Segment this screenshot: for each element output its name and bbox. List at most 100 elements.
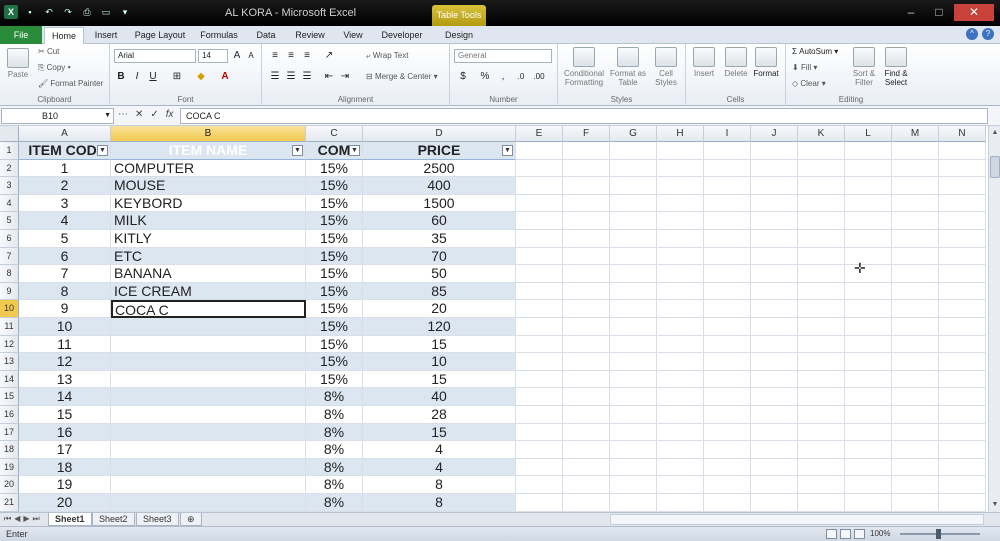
cell-h18[interactable] <box>657 441 704 459</box>
cell-g12[interactable] <box>610 335 657 354</box>
cell-c3[interactable]: 15% <box>306 177 363 195</box>
cell-n7[interactable] <box>939 247 986 266</box>
cell-b7[interactable]: ETC <box>111 247 306 266</box>
expand-icon[interactable]: ⋯ <box>118 109 128 120</box>
cell-f10[interactable] <box>563 300 610 318</box>
cell-f19[interactable] <box>563 458 610 477</box>
cell-e15[interactable] <box>516 388 563 406</box>
cell-j1[interactable] <box>751 142 798 160</box>
cell-f16[interactable] <box>563 406 610 424</box>
cell-j17[interactable] <box>751 423 798 442</box>
print-icon[interactable]: ⎙ <box>80 5 94 19</box>
cell-e1[interactable] <box>516 142 563 160</box>
cell-i4[interactable] <box>704 194 751 213</box>
cell-k18[interactable] <box>798 441 845 459</box>
decrease-indent-icon[interactable]: ⇤ <box>322 70 336 83</box>
cell-m9[interactable] <box>892 282 939 301</box>
row-header-5[interactable]: 5 <box>0 212 19 230</box>
document-icon[interactable]: ▭ <box>99 5 113 19</box>
cell-b5[interactable]: MILK <box>111 212 306 230</box>
cell-c20[interactable]: 8% <box>306 476 363 494</box>
align-bottom-icon[interactable]: ≡ <box>300 49 314 62</box>
cell-f21[interactable] <box>563 494 610 512</box>
cell-m21[interactable] <box>892 494 939 512</box>
percent-icon[interactable]: % <box>478 70 492 83</box>
cell-n21[interactable] <box>939 494 986 512</box>
cell-f6[interactable] <box>563 230 610 248</box>
minimize-ribbon-icon[interactable]: ^ <box>966 28 978 40</box>
cell-f7[interactable] <box>563 247 610 266</box>
cell-j18[interactable] <box>751 441 798 459</box>
row-header-14[interactable]: 14 <box>0 370 19 389</box>
tab-developer[interactable]: Developer <box>376 27 428 44</box>
cell-f11[interactable] <box>563 318 610 336</box>
cell-g13[interactable] <box>610 353 657 371</box>
cell-a1[interactable]: ITEM CODI ▼ <box>19 142 111 160</box>
cell-m8[interactable] <box>892 265 939 283</box>
cell-g9[interactable] <box>610 282 657 301</box>
cell-i2[interactable] <box>704 159 751 178</box>
worksheet-grid[interactable]: A B C D E F G H I J K L M N 1 ITEM CODI ▼ ITEM NAME ▼ COM ▼ P… <box>0 126 988 512</box>
cell-c1[interactable]: COM ▼ <box>306 142 363 160</box>
cell-d3[interactable]: 400 <box>363 177 516 195</box>
cell-g3[interactable] <box>610 177 657 195</box>
cell-c10[interactable]: 15% <box>306 300 363 318</box>
column-header-n[interactable]: N <box>939 126 986 142</box>
conditional-formatting-button[interactable]: Conditional Formatting <box>564 47 604 87</box>
cell-d4[interactable]: 1500 <box>363 194 516 213</box>
row-header-1[interactable]: 1 <box>0 142 19 160</box>
normal-view-icon[interactable] <box>826 529 837 539</box>
cell-e18[interactable] <box>516 441 563 459</box>
cell-g15[interactable] <box>610 388 657 406</box>
cell-d16[interactable]: 28 <box>363 406 516 424</box>
row-header-9[interactable]: 9 <box>0 282 19 301</box>
cell-n16[interactable] <box>939 406 986 424</box>
filter-dropdown-icon[interactable]: ▼ <box>502 145 513 156</box>
format-as-table-button[interactable]: Format as Table <box>610 47 646 87</box>
cell-d2[interactable]: 2500 <box>363 159 516 178</box>
cell-m7[interactable] <box>892 247 939 266</box>
insert-cells-button[interactable]: Insert <box>690 47 718 78</box>
cell-f13[interactable] <box>563 353 610 371</box>
cell-e17[interactable] <box>516 423 563 442</box>
first-sheet-icon[interactable]: ⏮ <box>4 514 11 524</box>
format-cells-button[interactable]: Format <box>752 47 780 78</box>
cell-k21[interactable] <box>798 494 845 512</box>
cell-e11[interactable] <box>516 318 563 336</box>
row-header-16[interactable]: 16 <box>0 406 19 424</box>
cell-d11[interactable]: 120 <box>363 318 516 336</box>
cell-c12[interactable]: 15% <box>306 335 363 354</box>
column-header-j[interactable]: J <box>751 126 798 142</box>
cell-m20[interactable] <box>892 476 939 494</box>
sheet-tab-sheet2[interactable]: Sheet2 <box>92 513 135 526</box>
cell-m16[interactable] <box>892 406 939 424</box>
cell-b12[interactable] <box>111 335 306 354</box>
cell-e21[interactable] <box>516 494 563 512</box>
cell-l9[interactable] <box>845 282 892 301</box>
cell-b2[interactable]: COMPUTER <box>111 159 306 178</box>
cell-a14[interactable]: 13 <box>19 370 111 389</box>
row-header-4[interactable]: 4 <box>0 194 19 213</box>
cell-g20[interactable] <box>610 476 657 494</box>
cell-a9[interactable]: 8 <box>19 282 111 301</box>
row-header-19[interactable]: 19 <box>0 458 19 477</box>
wrap-text-button[interactable]: ⤶ Wrap Text <box>366 51 408 61</box>
cell-h6[interactable] <box>657 230 704 248</box>
increase-decimal-icon[interactable]: .0 <box>514 70 528 83</box>
clear-button[interactable]: ◇ Clear ▾ <box>792 79 826 88</box>
cell-a16[interactable]: 15 <box>19 406 111 424</box>
cell-n3[interactable] <box>939 177 986 195</box>
cell-k1[interactable] <box>798 142 845 160</box>
tab-data[interactable]: Data <box>250 27 282 44</box>
cell-m4[interactable] <box>892 194 939 213</box>
customize-qat-icon[interactable]: ▾ <box>118 5 132 19</box>
filter-dropdown-icon[interactable]: ▼ <box>349 145 360 156</box>
cell-k20[interactable] <box>798 476 845 494</box>
tab-design[interactable]: Design <box>436 27 482 44</box>
cell-i18[interactable] <box>704 441 751 459</box>
cell-a13[interactable]: 12 <box>19 353 111 371</box>
cell-e14[interactable] <box>516 370 563 389</box>
decrease-decimal-icon[interactable]: .00 <box>532 70 546 83</box>
cell-b6[interactable]: KITLY <box>111 230 306 248</box>
cell-e8[interactable] <box>516 265 563 283</box>
